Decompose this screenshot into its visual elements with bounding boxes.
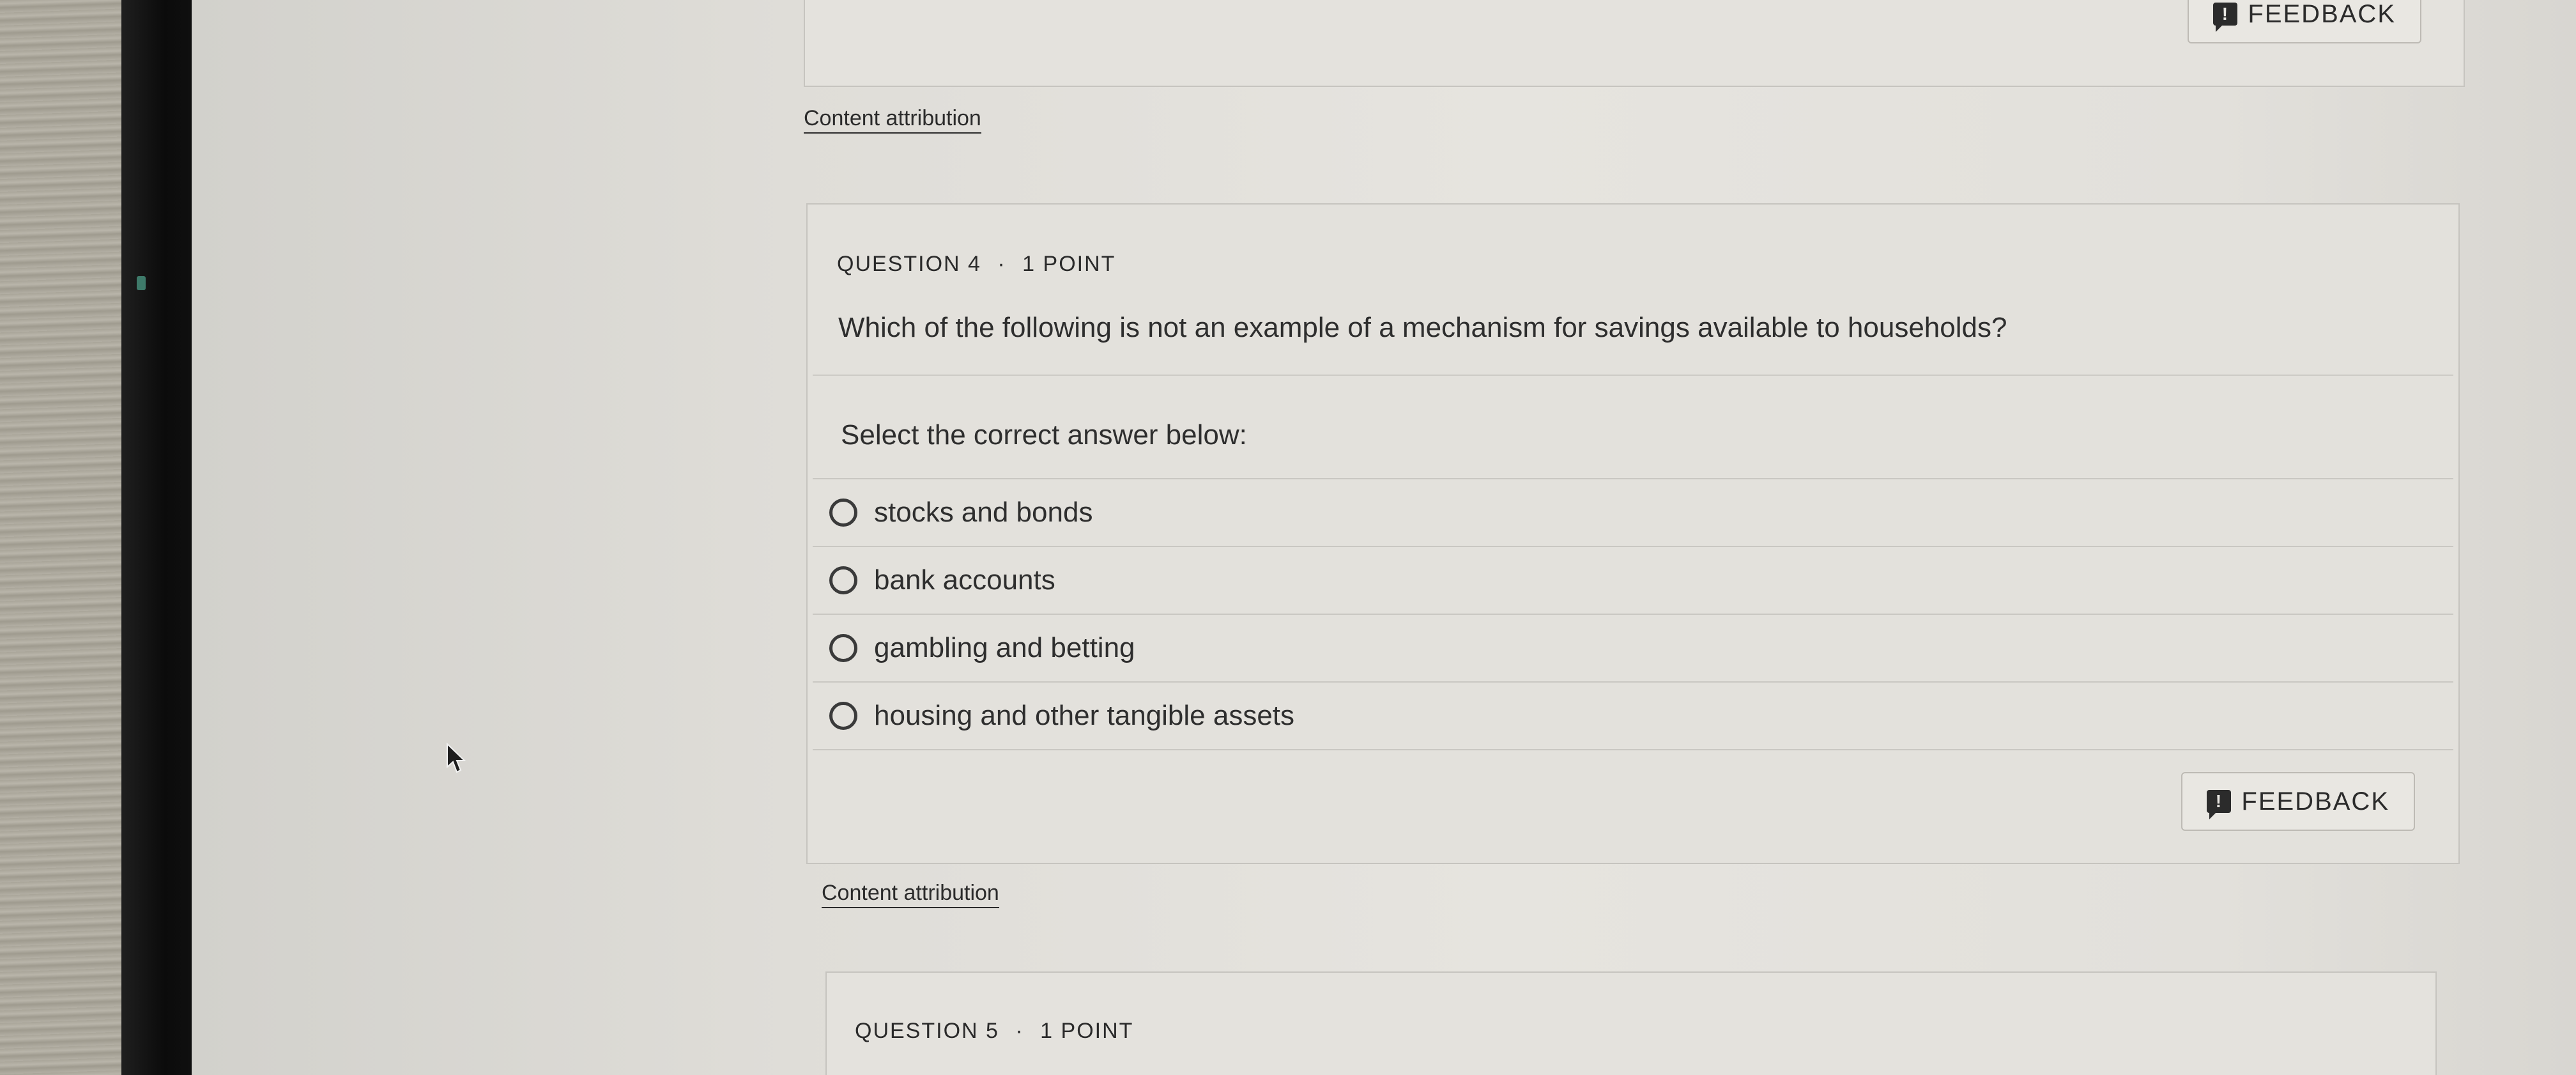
answer-option[interactable]: gambling and betting: [813, 614, 2453, 681]
desk-background: [0, 0, 128, 1075]
answer-option[interactable]: housing and other tangible assets: [813, 681, 2453, 750]
header-separator: ·: [997, 252, 1006, 276]
feedback-label: FEEDBACK: [2241, 787, 2389, 816]
question-header: QUESTION 4 · 1 POINT: [837, 252, 1116, 277]
feedback-label: FEEDBACK: [2248, 0, 2396, 28]
feedback-button-top[interactable]: ! FEEDBACK: [2188, 0, 2421, 43]
content-attribution-link[interactable]: Content attribution: [822, 881, 999, 908]
answer-option-label: gambling and betting: [874, 632, 1135, 663]
answer-option[interactable]: bank accounts: [813, 546, 2453, 614]
radio-unselected-icon[interactable]: [829, 634, 857, 662]
question-prompt: Which of the following is not an example…: [838, 312, 2007, 343]
screen: ! FEEDBACK Content attribution QUESTION …: [192, 0, 2576, 1075]
answer-option-label: bank accounts: [874, 564, 1055, 596]
feedback-button[interactable]: ! FEEDBACK: [2181, 772, 2415, 831]
radio-unselected-icon[interactable]: [829, 566, 857, 594]
mouse-pointer-icon: [447, 743, 466, 773]
monitor-led: [137, 276, 146, 290]
radio-unselected-icon[interactable]: [829, 702, 857, 730]
answer-instruction: Select the correct answer below:: [841, 419, 1247, 451]
header-separator: ·: [1015, 1019, 1024, 1043]
question-header: QUESTION 5 · 1 POINT: [855, 1019, 1133, 1044]
question-4-card: QUESTION 4 · 1 POINT Which of the follow…: [806, 203, 2460, 864]
divider: [813, 375, 2453, 376]
question-points: 1 POINT: [1022, 252, 1116, 276]
answer-options: stocks and bonds bank accounts gambling …: [813, 478, 2453, 750]
answer-option-label: stocks and bonds: [874, 497, 1093, 528]
feedback-icon: !: [2213, 3, 2238, 32]
answer-option[interactable]: stocks and bonds: [813, 478, 2453, 546]
question-5-card: QUESTION 5 · 1 POINT: [825, 971, 2437, 1075]
question-points: 1 POINT: [1040, 1019, 1134, 1043]
question-number: QUESTION 5: [855, 1019, 999, 1043]
answer-option-label: housing and other tangible assets: [874, 700, 1295, 731]
content-attribution-link-top[interactable]: Content attribution: [804, 106, 981, 134]
previous-question-card: ! FEEDBACK: [804, 0, 2465, 87]
radio-unselected-icon[interactable]: [829, 499, 857, 527]
question-number: QUESTION 4: [837, 252, 981, 276]
feedback-icon: !: [2207, 790, 2232, 819]
